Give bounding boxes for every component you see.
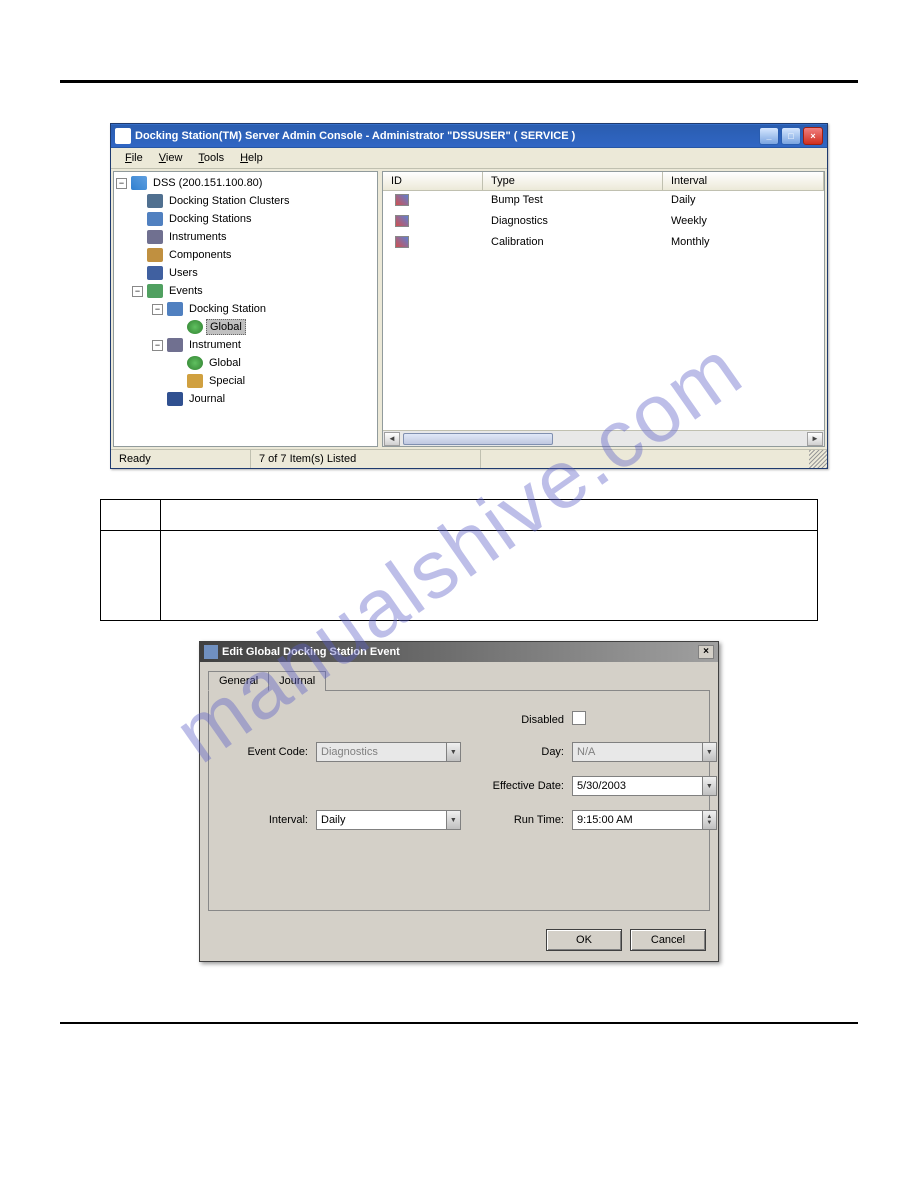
dropdown-icon[interactable]: ▼ xyxy=(703,776,717,796)
status-ready: Ready xyxy=(111,450,251,468)
list-row[interactable]: Bump Test Daily xyxy=(383,191,824,212)
tree-events-instrument[interactable]: −Instrument xyxy=(116,336,375,354)
special-icon xyxy=(187,374,203,388)
event-code-select xyxy=(316,742,447,762)
label-effective-date: Effective Date: xyxy=(469,780,564,792)
list-row[interactable]: Calibration Monthly xyxy=(383,233,824,254)
app-icon xyxy=(115,128,131,144)
list-body: Bump Test Daily Diagnostics Weekly Calib… xyxy=(383,191,824,430)
tree-users[interactable]: Users xyxy=(116,264,375,282)
tree-events-journal[interactable]: Journal xyxy=(116,390,375,408)
dialog-icon xyxy=(204,645,218,659)
dialog-close-button[interactable]: × xyxy=(698,645,714,659)
tab-strip: General Journal xyxy=(208,670,710,691)
dialog-titlebar[interactable]: Edit Global Docking Station Event × xyxy=(200,642,718,662)
event-icon xyxy=(395,194,409,206)
instrument-icon xyxy=(147,230,163,244)
tree-events-instrument-global[interactable]: Global xyxy=(116,354,375,372)
window-title: Docking Station(TM) Server Admin Console… xyxy=(135,130,759,142)
cancel-button[interactable]: Cancel xyxy=(630,929,706,951)
journal-icon xyxy=(167,392,183,406)
ok-button[interactable]: OK xyxy=(546,929,622,951)
label-event-code: Event Code: xyxy=(223,746,308,758)
tree-root[interactable]: − DSS (200.151.100.80) xyxy=(116,174,375,192)
admin-console-window: Docking Station(TM) Server Admin Console… xyxy=(110,123,828,469)
dock-icon xyxy=(167,302,183,316)
scroll-right-button[interactable]: ► xyxy=(807,432,823,446)
status-bar: Ready 7 of 7 Item(s) Listed xyxy=(111,449,827,468)
minimize-button[interactable]: _ xyxy=(759,127,779,145)
menu-file[interactable]: File xyxy=(117,150,151,166)
tab-general[interactable]: General xyxy=(208,671,269,691)
menu-help[interactable]: Help xyxy=(232,150,271,166)
event-icon xyxy=(395,215,409,227)
tree-docking-stations[interactable]: Docking Stations xyxy=(116,210,375,228)
disabled-checkbox[interactable] xyxy=(572,711,586,725)
column-type[interactable]: Type xyxy=(483,172,663,190)
globe-icon xyxy=(187,356,203,370)
tree-instruments[interactable]: Instruments xyxy=(116,228,375,246)
status-items: 7 of 7 Item(s) Listed xyxy=(251,450,481,468)
instrument-icon xyxy=(167,338,183,352)
spinner-icon[interactable]: ▲▼ xyxy=(703,810,717,830)
day-select xyxy=(572,742,703,762)
resize-grip[interactable] xyxy=(809,450,827,468)
run-time-input[interactable] xyxy=(572,810,703,830)
row-type: Bump Test xyxy=(483,193,663,210)
titlebar[interactable]: Docking Station(TM) Server Admin Console… xyxy=(111,124,827,148)
menu-view[interactable]: View xyxy=(151,150,191,166)
event-icon xyxy=(395,236,409,248)
component-icon xyxy=(147,248,163,262)
dropdown-icon: ▼ xyxy=(447,742,461,762)
dropdown-icon: ▼ xyxy=(703,742,717,762)
label-day: Day: xyxy=(469,746,564,758)
tree-events[interactable]: −Events xyxy=(116,282,375,300)
cluster-icon xyxy=(147,194,163,208)
tree-events-docking[interactable]: −Docking Station xyxy=(116,300,375,318)
row-interval: Daily xyxy=(663,193,703,210)
effective-date-input[interactable] xyxy=(572,776,703,796)
menu-tools[interactable]: Tools xyxy=(190,150,232,166)
tree-view[interactable]: − DSS (200.151.100.80) Docking Station C… xyxy=(113,171,378,447)
edit-event-dialog: Edit Global Docking Station Event × Gene… xyxy=(199,641,719,962)
tree-events-docking-global[interactable]: Global xyxy=(116,318,375,336)
horizontal-scrollbar[interactable]: ◄ ► xyxy=(383,430,824,446)
page-top-rule xyxy=(60,80,858,83)
list-view[interactable]: ID Type Interval Bump Test Daily Diagnos… xyxy=(382,171,825,447)
label-interval: Interval: xyxy=(223,814,308,826)
row-interval: Monthly xyxy=(663,235,718,252)
page-bottom-rule xyxy=(60,1022,858,1024)
column-id[interactable]: ID xyxy=(383,172,483,190)
list-row[interactable]: Diagnostics Weekly xyxy=(383,212,824,233)
column-interval[interactable]: Interval xyxy=(663,172,824,190)
globe-icon xyxy=(187,320,203,334)
tab-journal[interactable]: Journal xyxy=(268,671,326,691)
column-headers: ID Type Interval xyxy=(383,172,824,191)
tab-panel-general: Disabled Event Code: ▼ Day: ▼ Effective … xyxy=(208,691,710,911)
menubar: File View Tools Help xyxy=(111,148,827,169)
events-icon xyxy=(147,284,163,298)
server-icon xyxy=(131,176,147,190)
scroll-left-button[interactable]: ◄ xyxy=(384,432,400,446)
row-type: Diagnostics xyxy=(483,214,663,231)
label-disabled: Disabled xyxy=(469,714,564,726)
interval-select[interactable] xyxy=(316,810,447,830)
scroll-thumb[interactable] xyxy=(403,433,553,445)
tree-clusters[interactable]: Docking Station Clusters xyxy=(116,192,375,210)
dropdown-icon[interactable]: ▼ xyxy=(447,810,461,830)
tree-events-instrument-special[interactable]: Special xyxy=(116,372,375,390)
tree-components[interactable]: Components xyxy=(116,246,375,264)
users-icon xyxy=(147,266,163,280)
layout-table xyxy=(100,499,818,621)
label-run-time: Run Time: xyxy=(469,814,564,826)
dialog-title: Edit Global Docking Station Event xyxy=(222,646,698,658)
row-interval: Weekly xyxy=(663,214,715,231)
dock-icon xyxy=(147,212,163,226)
maximize-button[interactable]: □ xyxy=(781,127,801,145)
close-button[interactable]: × xyxy=(803,127,823,145)
row-type: Calibration xyxy=(483,235,663,252)
